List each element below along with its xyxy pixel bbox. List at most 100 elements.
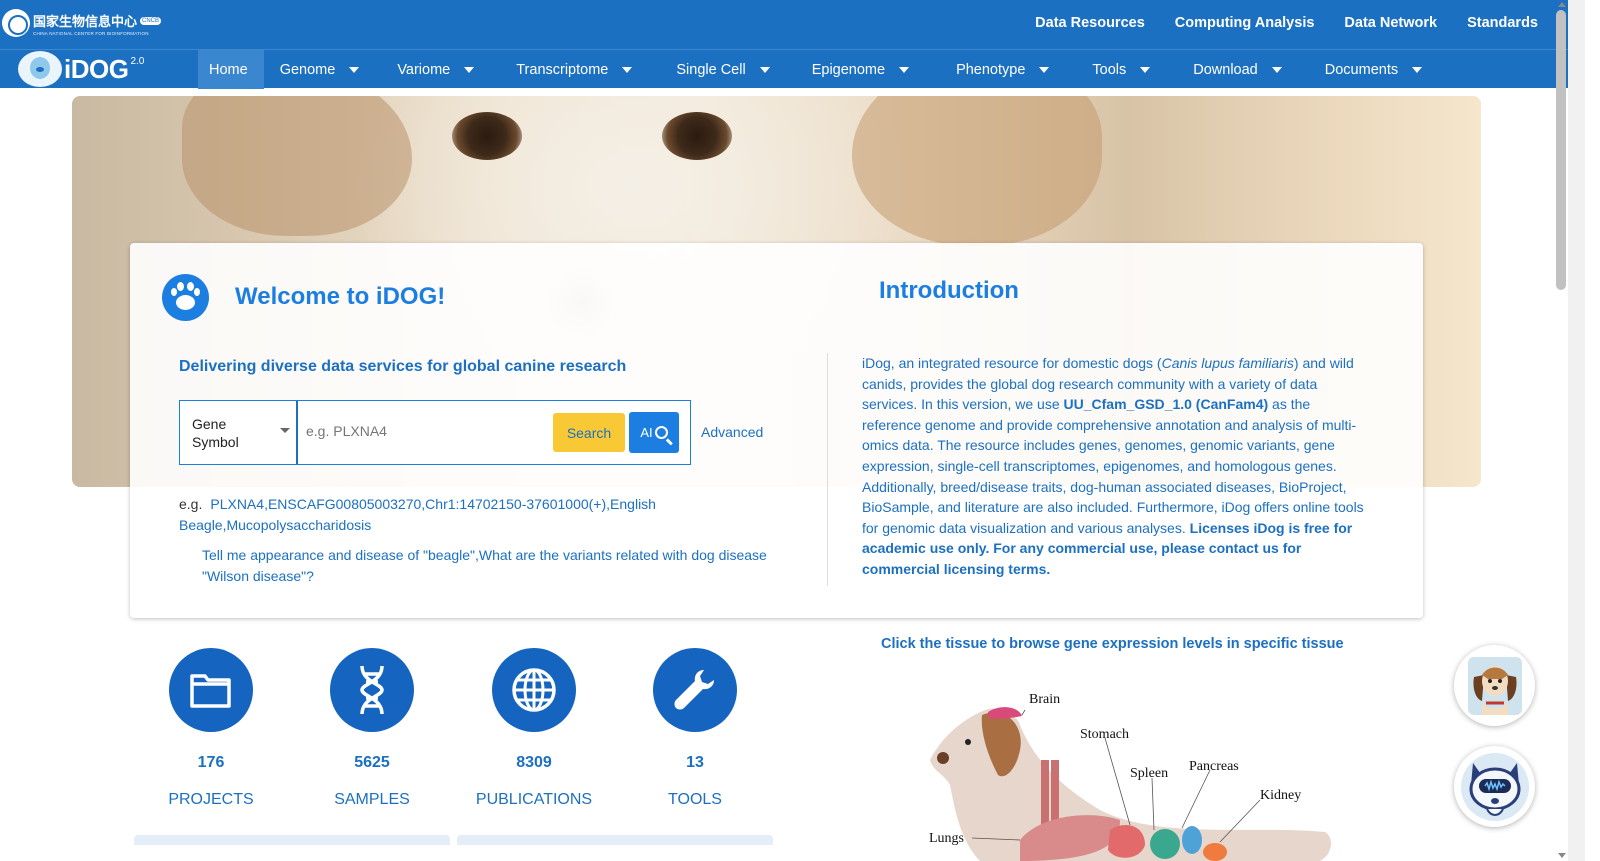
nav-genome-label: Genome [279, 61, 336, 78]
search-box: Gene Symbol Search AI [179, 400, 691, 465]
link-data-network[interactable]: Data Network [1344, 15, 1437, 31]
welcome-subtitle: Delivering diverse data services for glo… [179, 358, 627, 375]
nav-menu: Home Genome Variome Transcriptome Single… [198, 50, 1438, 89]
brand-name: iDOG [64, 53, 129, 84]
robot-assistant-button[interactable] [1454, 746, 1535, 827]
scrollbar-thumb[interactable] [1556, 10, 1566, 290]
robot-dog-avatar-icon [1460, 752, 1529, 821]
intro-species: Canis lupus familiaris [1161, 355, 1294, 371]
intro-p1: iDog, an integrated resource for domesti… [862, 355, 1162, 371]
stat-samples[interactable]: 5625 SAMPLES [307, 648, 437, 809]
stat-publications[interactable]: 8309 PUBLICATIONS [469, 648, 599, 809]
nav-documents-label: Documents [1324, 61, 1399, 78]
dna-icon [330, 648, 414, 732]
scrollbar-track[interactable] [1568, 0, 1585, 861]
chevron-down-icon [464, 66, 475, 73]
nav-home[interactable]: Home [198, 50, 264, 89]
stat-projects[interactable]: 176 PROJECTS [146, 648, 276, 809]
intro-p3: as the reference genome and provide comp… [862, 396, 1364, 536]
search-button[interactable]: Search [553, 413, 625, 452]
tissue-label-pancreas[interactable]: Pancreas [1189, 759, 1239, 775]
chevron-down-icon [1271, 66, 1282, 73]
beagle-avatar-icon [1467, 656, 1522, 715]
ai-search-button[interactable]: AI [629, 412, 679, 453]
panel-tab[interactable] [134, 835, 450, 845]
scroll-up-arrow-icon[interactable] [1558, 2, 1566, 7]
nav-tools-label: Tools [1092, 61, 1127, 78]
wrench-icon [653, 648, 737, 732]
link-standards[interactable]: Standards [1467, 15, 1538, 31]
stat-tools-label: TOOLS [668, 791, 722, 808]
link-data-resources[interactable]: Data Resources [1035, 15, 1145, 31]
tissue-label-kidney[interactable]: Kidney [1260, 788, 1301, 804]
link-computing-analysis[interactable]: Computing Analysis [1175, 15, 1315, 31]
tissue-label-stomach[interactable]: Stomach [1080, 727, 1129, 743]
idog-logo[interactable]: iDOG 2.0 [18, 51, 144, 87]
tissue-label-spleen[interactable]: Spleen [1130, 766, 1168, 782]
cncb-emblem-icon [2, 9, 30, 37]
nav-tools[interactable]: Tools [1071, 50, 1172, 89]
example-link[interactable]: ENSCAFG00805003270 [268, 496, 421, 512]
search-type-value: Gene Symbol [192, 416, 239, 450]
nav-single-cell-label: Single Cell [676, 61, 746, 78]
intro-title: Introduction [879, 277, 1019, 304]
search-type-select[interactable]: Gene Symbol [180, 401, 298, 464]
nav-phenotype-label: Phenotype [956, 61, 1026, 78]
panel-tab[interactable] [457, 835, 773, 845]
nav-variome[interactable]: Variome [377, 50, 504, 89]
ai-example-link[interactable]: Tell me appearance and disease of "beagl… [202, 547, 475, 563]
tissue-label-lungs[interactable]: Lungs [929, 831, 964, 847]
kidney-tissue[interactable] [1203, 843, 1227, 861]
nav-variome-label: Variome [397, 61, 451, 78]
nav-phenotype[interactable]: Phenotype [936, 50, 1071, 89]
cncb-name-en: CHINA NATIONAL CENTER FOR BIOINFORMATION [33, 30, 149, 36]
welcome-card: Welcome to iDOG! Delivering diverse data… [130, 243, 1423, 618]
chevron-down-icon [622, 66, 633, 73]
pancreas-tissue[interactable] [1182, 826, 1202, 854]
stat-publications-value: 8309 [516, 754, 552, 771]
example-link[interactable]: Mucopolysaccharidosis [226, 517, 371, 533]
stat-projects-value: 176 [197, 754, 225, 771]
cncb-logo[interactable]: 国家生物信息中心 CNCB CHINA NATIONAL CENTER FOR B… [2, 9, 162, 37]
example-link[interactable]: PLXNA4 [210, 496, 264, 512]
stat-projects-label: PROJECTS [168, 791, 254, 808]
examples-prefix: e.g. [179, 496, 203, 512]
ai-label: AI [640, 425, 653, 440]
stat-tools[interactable]: 13 TOOLS [630, 648, 760, 809]
search-icon [654, 426, 668, 439]
spleen-tissue[interactable] [1150, 829, 1180, 859]
folder-icon [169, 648, 253, 732]
stat-publications-label: PUBLICATIONS [475, 791, 593, 808]
intro-genome: UU_Cfam_GSD_1.0 (CanFam4) [1063, 396, 1269, 413]
nav-epigenome-label: Epigenome [811, 61, 886, 78]
nav-transcriptome-label: Transcriptome [516, 61, 609, 78]
intro-text: iDog, an integrated resource for domesti… [862, 353, 1372, 580]
card-divider [827, 353, 828, 586]
chevron-down-icon [1039, 66, 1050, 73]
nav-epigenome[interactable]: Epigenome [792, 50, 936, 89]
nav-genome[interactable]: Genome [264, 50, 378, 89]
ai-examples: Tell me appearance and disease of "beagl… [202, 547, 767, 584]
stat-samples-value: 5625 [354, 754, 390, 771]
scroll-down-arrow-icon[interactable] [1558, 853, 1566, 858]
search-input[interactable] [306, 423, 546, 439]
nav-download[interactable]: Download [1172, 50, 1304, 89]
tissue-map-title: Click the tissue to browse gene expressi… [881, 636, 1344, 652]
stat-samples-label: SAMPLES [334, 791, 410, 808]
brand-version: 2.0 [130, 55, 145, 67]
chevron-down-icon [1412, 66, 1423, 73]
tissue-label-brain[interactable]: Brain [1029, 692, 1060, 708]
chevron-down-icon [280, 428, 290, 433]
chevron-down-icon [349, 66, 360, 73]
example-link[interactable]: Chr1:14702150-37601000(+) [425, 496, 606, 512]
top-links: Data Resources Computing Analysis Data N… [1035, 15, 1538, 31]
chevron-down-icon [1140, 66, 1151, 73]
dog-assistant-button[interactable] [1454, 645, 1535, 726]
nav-transcriptome[interactable]: Transcriptome [504, 50, 655, 89]
globe-icon [492, 648, 576, 732]
nav-documents[interactable]: Documents [1304, 50, 1438, 89]
dog-face-icon [18, 51, 62, 87]
chevron-down-icon [899, 66, 910, 73]
nav-single-cell[interactable]: Single Cell [655, 50, 791, 89]
advanced-search-link[interactable]: Advanced [701, 424, 763, 440]
